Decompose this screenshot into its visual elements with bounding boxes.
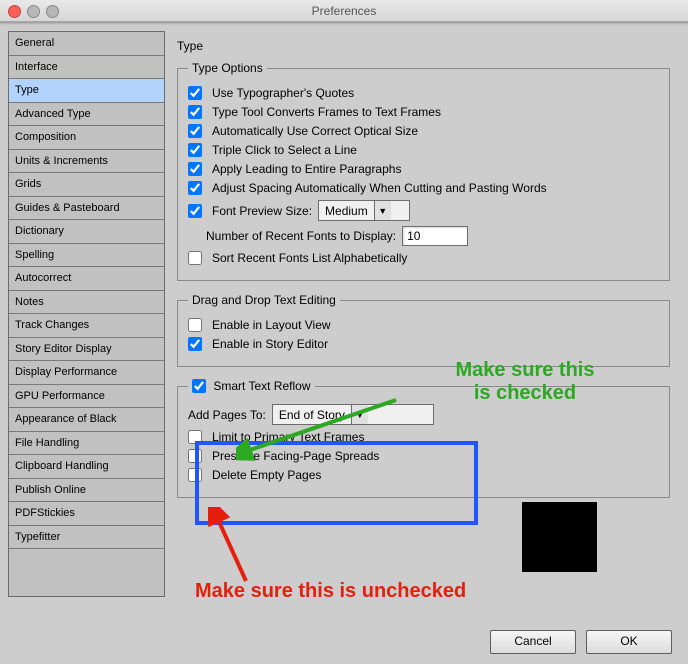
font-preview-size-select[interactable]: Medium ▼	[318, 200, 410, 221]
limit-primary-checkbox[interactable]	[188, 430, 202, 444]
preserve-facing-label: Preserve Facing-Page Spreads	[212, 449, 379, 463]
sidebar-item-9[interactable]: Spelling	[9, 244, 165, 268]
zoom-icon[interactable]	[46, 5, 59, 18]
type-tool-converts-checkbox[interactable]	[188, 105, 202, 119]
sidebar-item-13[interactable]: Story Editor Display	[9, 338, 165, 362]
chevron-down-icon: ▼	[351, 405, 368, 424]
preserve-facing-checkbox[interactable]	[188, 449, 202, 463]
type-options-legend: Type Options	[188, 61, 267, 75]
redaction-box	[522, 502, 597, 572]
smart-text-reflow-label: Smart Text Reflow	[213, 379, 310, 393]
enable-layout-view-label: Enable in Layout View	[212, 318, 331, 332]
font-preview-size-value: Medium	[319, 204, 374, 218]
recent-fonts-label: Number of Recent Fonts to Display:	[206, 229, 396, 243]
sidebar-item-8[interactable]: Dictionary	[9, 220, 165, 244]
auto-optical-size-label: Automatically Use Correct Optical Size	[212, 124, 418, 138]
close-icon[interactable]	[8, 5, 21, 18]
auto-optical-size-checkbox[interactable]	[188, 124, 202, 138]
main-panel: Type Type Options Use Typographer's Quot…	[165, 31, 680, 597]
window-title: Preferences	[312, 4, 377, 18]
sidebar-item-1[interactable]: Interface	[9, 56, 165, 80]
chevron-down-icon: ▼	[374, 201, 391, 220]
adjust-spacing-checkbox[interactable]	[188, 181, 202, 195]
minimize-icon[interactable]	[27, 5, 40, 18]
use-typographers-quotes-label: Use Typographer's Quotes	[212, 86, 354, 100]
sidebar-item-14[interactable]: Display Performance	[9, 361, 165, 385]
sidebar-item-17[interactable]: File Handling	[9, 432, 165, 456]
sort-recent-checkbox[interactable]	[188, 251, 202, 265]
add-pages-to-label: Add Pages To:	[188, 408, 266, 422]
type-options-group: Type Options Use Typographer's Quotes Ty…	[177, 61, 670, 281]
adjust-spacing-label: Adjust Spacing Automatically When Cuttin…	[212, 181, 547, 195]
smart-text-reflow-group: Smart Text Reflow Add Pages To: End of S…	[177, 379, 670, 498]
drag-drop-legend: Drag and Drop Text Editing	[188, 293, 340, 307]
ok-button[interactable]: OK	[586, 630, 672, 654]
add-pages-to-select[interactable]: End of Story ▼	[272, 404, 434, 425]
type-tool-converts-label: Type Tool Converts Frames to Text Frames	[212, 105, 441, 119]
sidebar-item-12[interactable]: Track Changes	[9, 314, 165, 338]
enable-story-editor-label: Enable in Story Editor	[212, 337, 328, 351]
apply-leading-label: Apply Leading to Entire Paragraphs	[212, 162, 401, 176]
apply-leading-checkbox[interactable]	[188, 162, 202, 176]
font-preview-label: Font Preview Size:	[212, 204, 312, 218]
sidebar-item-20[interactable]: PDFStickies	[9, 502, 165, 526]
panel-heading: Type	[177, 39, 676, 53]
sidebar-item-15[interactable]: GPU Performance	[9, 385, 165, 409]
delete-empty-checkbox[interactable]	[188, 468, 202, 482]
smart-text-reflow-legend: Smart Text Reflow	[188, 379, 315, 393]
sidebar-item-19[interactable]: Publish Online	[9, 479, 165, 503]
sidebar-item-4[interactable]: Composition	[9, 126, 165, 150]
smart-text-reflow-checkbox[interactable]	[192, 379, 206, 393]
use-typographers-quotes-checkbox[interactable]	[188, 86, 202, 100]
sidebar-item-3[interactable]: Advanced Type	[9, 103, 165, 127]
sidebar-item-10[interactable]: Autocorrect	[9, 267, 165, 291]
drag-drop-group: Drag and Drop Text Editing Enable in Lay…	[177, 293, 670, 367]
dialog-footer: Cancel OK	[490, 630, 672, 654]
sidebar-item-16[interactable]: Appearance of Black	[9, 408, 165, 432]
cancel-button[interactable]: Cancel	[490, 630, 576, 654]
sort-recent-label: Sort Recent Fonts List Alphabetically	[212, 251, 407, 265]
limit-primary-label: Limit to Primary Text Frames	[212, 430, 364, 444]
enable-layout-view-checkbox[interactable]	[188, 318, 202, 332]
category-sidebar: General Interface Type Advanced Type Com…	[8, 31, 165, 597]
sidebar-item-5[interactable]: Units & Increments	[9, 150, 165, 174]
sidebar-item-2[interactable]: Type	[9, 79, 165, 103]
preferences-window: Preferences General Interface Type Advan…	[0, 0, 688, 664]
delete-empty-label: Delete Empty Pages	[212, 468, 321, 482]
sidebar-item-0[interactable]: General	[9, 32, 165, 56]
enable-story-editor-checkbox[interactable]	[188, 337, 202, 351]
sidebar-item-6[interactable]: Grids	[9, 173, 165, 197]
window-controls	[8, 5, 59, 18]
triple-click-label: Triple Click to Select a Line	[212, 143, 357, 157]
recent-fonts-input[interactable]	[402, 226, 468, 246]
sidebar-item-21[interactable]: Typefitter	[9, 526, 165, 550]
add-pages-to-value: End of Story	[273, 408, 351, 422]
sidebar-item-18[interactable]: Clipboard Handling	[9, 455, 165, 479]
titlebar: Preferences	[0, 0, 688, 22]
triple-click-checkbox[interactable]	[188, 143, 202, 157]
font-preview-checkbox[interactable]	[188, 204, 202, 218]
sidebar-item-11[interactable]: Notes	[9, 291, 165, 315]
sidebar-item-7[interactable]: Guides & Pasteboard	[9, 197, 165, 221]
